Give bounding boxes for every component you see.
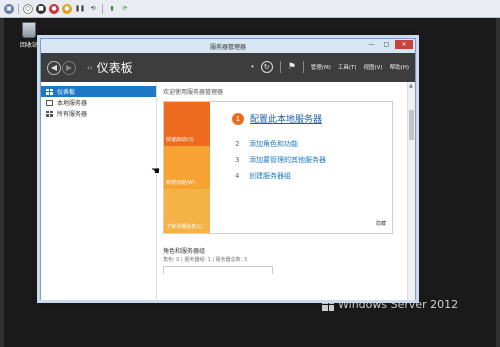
sidebar-item-label: 仪表板 xyxy=(57,89,76,96)
scrollbar-thumb[interactable] xyxy=(409,110,414,140)
vertical-scrollbar[interactable]: ▲ xyxy=(407,82,415,300)
minimize-button[interactable]: — xyxy=(365,40,378,49)
title-bar[interactable]: 服务器管理器 — □ ✕ xyxy=(41,39,415,53)
notifications-flag-icon[interactable]: ⚑ xyxy=(288,62,296,72)
step-add-roles[interactable]: 2 添加角色和功能 xyxy=(232,139,392,149)
hide-link[interactable]: 隐藏 xyxy=(376,220,386,227)
sidebar-item-dashboard[interactable]: 仪表板 xyxy=(41,86,156,97)
forward-button[interactable]: ▶ xyxy=(62,60,76,75)
header-divider xyxy=(302,61,304,73)
step-number: 2 xyxy=(235,140,240,148)
menu-help[interactable]: 帮助(H) xyxy=(390,63,409,71)
window-body: 仪表板 本地服务器 所有服务器 欢迎使用服务器管理器 快速启动(Q) 新增功能(… xyxy=(41,82,415,300)
breadcrumb: ‹‹ 仪表板 xyxy=(87,59,133,76)
step-create-group[interactable]: 4 创建服务器组 xyxy=(232,171,392,181)
window-controls: — □ ✕ xyxy=(365,40,413,49)
recycle-bin-icon xyxy=(22,22,36,38)
tile-learn-more[interactable]: 了解详细信息(L) xyxy=(164,189,210,234)
step-link[interactable]: 配置此本地服务器 xyxy=(250,112,322,125)
save-state-icon[interactable]: ● xyxy=(62,3,72,14)
step-link[interactable]: 添加要管理的其他服务器 xyxy=(249,155,326,165)
roles-heading: 角色和服务器组 xyxy=(163,248,206,255)
tile-whats-new[interactable]: 新增功能(W) xyxy=(164,145,210,190)
sidebar-item-local-server[interactable]: 本地服务器 xyxy=(41,97,156,108)
step-number-badge: 1 xyxy=(232,112,244,125)
ctrl-alt-del-icon[interactable]: ▣ xyxy=(4,3,14,14)
sidebar: 仪表板 本地服务器 所有服务器 xyxy=(41,82,157,300)
turn-off-icon[interactable]: ■ xyxy=(36,3,46,14)
refresh-icon[interactable]: ↻ xyxy=(260,61,273,73)
dashboard-content: 欢迎使用服务器管理器 快速启动(Q) 新增功能(W) 了解详细信息(L) 1 配… xyxy=(157,82,407,300)
start-icon[interactable]: ○ xyxy=(23,3,33,14)
close-button[interactable]: ✕ xyxy=(395,40,413,49)
quick-start-tiles: 快速启动(Q) 新增功能(W) 了解详细信息(L) xyxy=(164,102,210,234)
menu-view[interactable]: 视图(V) xyxy=(364,63,383,71)
step-number: 4 xyxy=(235,172,240,180)
step-configure-local-server[interactable]: 1 配置此本地服务器 xyxy=(232,112,392,125)
dropdown-chevron-icon[interactable]: ▾ xyxy=(251,64,254,70)
vm-toolbar: ▣ ○ ■ ● ● ❚❚ ⟲ ▮ ⟳ xyxy=(0,0,500,18)
header-bar: ◀ ▶ ‹‹ 仪表板 ▾ ↻ ⚑ 管理(M) 工具(T) 视图(V) 帮助(H) xyxy=(41,53,415,82)
servers-icon xyxy=(46,110,53,117)
menu-manage[interactable]: 管理(M) xyxy=(311,63,331,71)
recycle-bin-label: 回收站 xyxy=(19,42,38,49)
header-menu: ▾ ↻ ⚑ 管理(M) 工具(T) 视图(V) 帮助(H) xyxy=(251,61,409,73)
step-link[interactable]: 添加角色和功能 xyxy=(249,139,298,149)
revert-icon[interactable]: ⟳ xyxy=(120,4,130,14)
scroll-up-icon[interactable]: ▲ xyxy=(409,83,413,89)
window-title: 服务器管理器 xyxy=(209,43,246,51)
quick-start-panel: 快速启动(Q) 新增功能(W) 了解详细信息(L) 1 配置此本地服务器 2 添… xyxy=(163,101,393,234)
server-manager-window: 服务器管理器 — □ ✕ ◀ ▶ ‹‹ 仪表板 ▾ ↻ ⚑ 管理(M) 工具(T… xyxy=(40,38,416,300)
server-icon xyxy=(46,99,53,106)
toolbar-divider xyxy=(102,3,103,14)
breadcrumb-chevron-icon: ‹‹ xyxy=(87,63,93,72)
toolbar-divider xyxy=(18,3,19,14)
recycle-bin[interactable]: 回收站 xyxy=(16,22,42,49)
checkpoint-icon[interactable]: ▮ xyxy=(107,4,117,14)
step-number: 3 xyxy=(235,156,240,164)
reset-icon[interactable]: ⟲ xyxy=(88,4,98,14)
quick-start-steps: 1 配置此本地服务器 2 添加角色和功能 3 添加要管理的其他服务器 4 创建服… xyxy=(210,102,392,233)
sidebar-item-all-servers[interactable]: 所有服务器 xyxy=(41,108,156,119)
step-link[interactable]: 创建服务器组 xyxy=(249,171,291,181)
shutdown-icon[interactable]: ● xyxy=(49,3,59,14)
welcome-heading: 欢迎使用服务器管理器 xyxy=(163,89,224,96)
menu-tools[interactable]: 工具(T) xyxy=(338,63,357,71)
header-divider xyxy=(279,61,281,73)
dashboard-icon xyxy=(46,88,53,95)
hand-cursor-icon: ☚ xyxy=(151,166,160,177)
roles-summary: 角色: 0 | 服务器组: 1 | 服务器总数: 3 xyxy=(163,257,248,263)
tile-quick-start[interactable]: 快速启动(Q) xyxy=(164,102,210,146)
roles-card[interactable] xyxy=(163,266,273,274)
back-button[interactable]: ◀ xyxy=(47,60,61,75)
page-title: 仪表板 xyxy=(96,61,133,75)
pause-icon[interactable]: ❚❚ xyxy=(75,4,85,14)
step-add-servers[interactable]: 3 添加要管理的其他服务器 xyxy=(232,155,392,165)
windows-logo-icon xyxy=(322,298,334,311)
sidebar-item-label: 本地服务器 xyxy=(57,100,88,107)
sidebar-item-label: 所有服务器 xyxy=(57,111,88,118)
maximize-button[interactable]: □ xyxy=(380,40,393,49)
